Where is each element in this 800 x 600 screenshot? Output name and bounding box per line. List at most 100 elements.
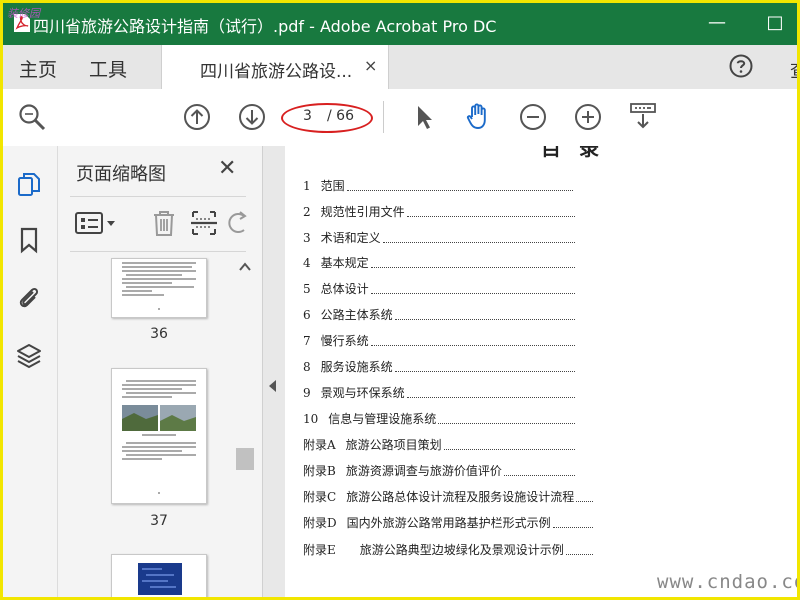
document-tab-label: 四川省旅游公路设... bbox=[200, 62, 353, 82]
toc-entry-number: 8 bbox=[303, 360, 311, 374]
toolbar: 3 / 66 bbox=[3, 89, 797, 147]
previous-page-icon[interactable] bbox=[182, 102, 212, 132]
toc-entry-title: 公路主体系统 bbox=[320, 308, 393, 322]
toc-entry[interactable]: 1 范围 bbox=[303, 177, 603, 195]
select-pointer-icon[interactable] bbox=[409, 102, 439, 132]
scroll-up-icon[interactable] bbox=[239, 262, 251, 272]
toc-entry[interactable]: 9 景观与环保系统 bbox=[303, 384, 603, 402]
thumbnail-options-icon[interactable] bbox=[74, 208, 120, 238]
toc-entry[interactable]: 5 总体设计 bbox=[303, 280, 603, 298]
current-page-input[interactable]: 3 bbox=[303, 108, 312, 124]
zoom-out-icon[interactable] bbox=[518, 102, 548, 132]
close-panel-button[interactable]: ✕ bbox=[218, 156, 236, 181]
toc-entry-title: 服务设施系统 bbox=[320, 360, 393, 374]
toc-entry[interactable]: 8 服务设施系统 bbox=[303, 358, 603, 376]
collapse-arrow-icon bbox=[269, 380, 276, 392]
attachments-icon[interactable] bbox=[15, 284, 43, 312]
help-icon[interactable] bbox=[729, 54, 753, 78]
title-bar: 四川省旅游公路设计指南（试行）.pdf - Adobe Acrobat Pro … bbox=[3, 3, 797, 45]
toc-leader-dots bbox=[371, 345, 575, 346]
toc-leader-dots bbox=[566, 554, 593, 555]
page-thumbnails-icon[interactable] bbox=[15, 170, 43, 198]
keyboard-scroll-icon[interactable] bbox=[628, 101, 658, 131]
tab-tools[interactable]: 工具 bbox=[89, 55, 127, 82]
toc-entry-number: 3 bbox=[303, 231, 311, 245]
toc-entry-title: 基本规定 bbox=[320, 256, 369, 270]
toc-entry[interactable]: 7 慢行系统 bbox=[303, 332, 603, 350]
total-pages-label: / 66 bbox=[327, 108, 354, 124]
toc-leader-dots bbox=[553, 527, 593, 528]
tab-document[interactable]: 四川省旅游公路设... × bbox=[161, 45, 389, 90]
overflow-menu-label[interactable]: 查 bbox=[790, 57, 797, 83]
site-watermark: www.cndao.com bbox=[657, 571, 797, 593]
toc-entry-number: 10 bbox=[303, 412, 319, 426]
toc-entry[interactable]: 附录D 国内外旅游公路常用路基护栏形式示例 bbox=[303, 514, 603, 532]
document-view[interactable]: 目录 1 范围 2 规范性引用文件 3 术语和定义 4 基本规定 5 总体设计 6 公路主体系统 7 慢行… bbox=[285, 146, 797, 597]
toc-entry-title: 旅游公路典型边坡绿化及景观设计示例 bbox=[359, 543, 564, 557]
rotate-page-icon[interactable] bbox=[228, 208, 248, 238]
window-title: 四川省旅游公路设计指南（试行）.pdf - Adobe Acrobat Pro … bbox=[33, 17, 497, 36]
toc-entry[interactable]: 4 基本规定 bbox=[303, 254, 603, 272]
toc-entry-title: 景观与环保系统 bbox=[320, 386, 405, 400]
toc-entry-title: 总体设计 bbox=[320, 282, 369, 296]
corner-watermark: 装修园 bbox=[7, 7, 40, 20]
scrollbar-thumb[interactable] bbox=[236, 448, 254, 470]
tab-bar: 主页 工具 四川省旅游公路设... × 查 bbox=[3, 45, 797, 90]
toc-entry[interactable]: 3 术语和定义 bbox=[303, 229, 603, 247]
toc-entry[interactable]: 10 信息与管理设施系统 bbox=[303, 410, 603, 428]
toc-entry[interactable]: 附录C 旅游公路总体设计流程及服务设施设计流程 bbox=[303, 488, 603, 506]
app-window: 四川省旅游公路设计指南（试行）.pdf - Adobe Acrobat Pro … bbox=[0, 0, 800, 600]
close-tab-button[interactable]: × bbox=[364, 56, 377, 75]
thumbnails-panel: 页面缩略图 ✕ 36 37 bbox=[58, 146, 262, 597]
toc-entry[interactable]: 附录E 旅游公路典型边坡绿化及景观设计示例 bbox=[303, 541, 603, 559]
toc-entry-number: 4 bbox=[303, 256, 311, 270]
toc-entry[interactable]: 附录A 旅游公路项目策划 bbox=[303, 436, 603, 454]
toc-entry-number: 附录C bbox=[303, 490, 337, 504]
toc-entry-title: 术语和定义 bbox=[320, 231, 381, 245]
toc-entry-number: 1 bbox=[303, 179, 311, 193]
toc-entry-number: 附录A bbox=[303, 438, 336, 452]
toc-leader-dots bbox=[504, 475, 575, 476]
page-navigator: 3 / 66 bbox=[281, 103, 373, 133]
bookmarks-icon[interactable] bbox=[15, 226, 43, 254]
toc-leader-dots bbox=[371, 267, 575, 268]
layers-icon[interactable] bbox=[15, 342, 43, 370]
zoom-in-icon[interactable] bbox=[573, 102, 603, 132]
toc-entry-number: 5 bbox=[303, 282, 311, 296]
thumbnail-scrollbar[interactable] bbox=[236, 258, 254, 597]
toc-entry-title: 慢行系统 bbox=[320, 334, 369, 348]
panel-divider bbox=[70, 251, 246, 252]
thumbnail-page[interactable] bbox=[111, 368, 207, 504]
panel-divider bbox=[70, 196, 246, 197]
delete-page-icon[interactable] bbox=[150, 208, 178, 238]
toc-entry-title: 旅游公路总体设计流程及服务设施设计流程 bbox=[346, 490, 575, 504]
hand-tool-icon[interactable] bbox=[463, 101, 493, 131]
toc-leader-dots bbox=[444, 449, 575, 450]
toc-entry-title: 国内外旅游公路常用路基护栏形式示例 bbox=[346, 516, 551, 530]
toc-entry-number: 附录D bbox=[303, 516, 337, 530]
toc-entry-title: 范围 bbox=[320, 179, 345, 193]
toc-entry[interactable]: 6 公路主体系统 bbox=[303, 306, 603, 324]
tab-home[interactable]: 主页 bbox=[19, 55, 57, 82]
toc-leader-dots bbox=[395, 319, 575, 320]
insert-page-icon[interactable] bbox=[190, 208, 218, 238]
page-preview bbox=[122, 380, 196, 494]
toc-entry-number: 2 bbox=[303, 205, 311, 219]
page-preview bbox=[122, 262, 196, 310]
thumbnail-page[interactable] bbox=[111, 258, 207, 318]
toc-entry-number: 附录B bbox=[303, 464, 336, 478]
maximize-button[interactable]: □ bbox=[763, 12, 787, 34]
toc-entry-number: 附录E bbox=[303, 543, 336, 557]
thumbnail-page[interactable] bbox=[111, 554, 207, 597]
toc-leader-dots bbox=[407, 397, 575, 398]
panel-collapse-handle[interactable] bbox=[262, 146, 286, 597]
page-preview bbox=[138, 563, 182, 595]
next-page-icon[interactable] bbox=[237, 102, 267, 132]
panel-title: 页面缩略图 bbox=[76, 164, 166, 185]
search-icon[interactable] bbox=[17, 102, 47, 132]
toc-entry[interactable]: 附录B 旅游资源调查与旅游价值评价 bbox=[303, 462, 603, 480]
toc-leader-dots bbox=[371, 293, 575, 294]
toolbar-divider bbox=[383, 101, 384, 133]
toc-entry[interactable]: 2 规范性引用文件 bbox=[303, 203, 603, 221]
minimize-button[interactable]: — bbox=[705, 12, 729, 34]
